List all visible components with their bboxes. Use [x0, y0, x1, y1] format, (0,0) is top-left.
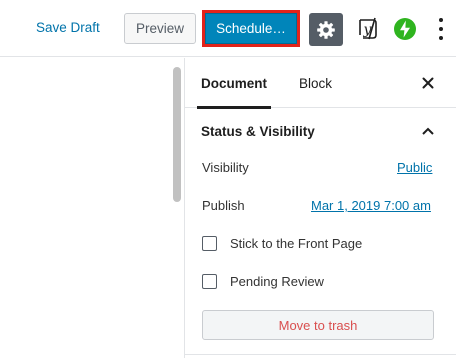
save-draft-button[interactable]: Save Draft: [36, 20, 100, 35]
tab-block[interactable]: Block: [299, 58, 332, 108]
pending-review-checkbox[interactable]: [202, 274, 217, 289]
status-visibility-panel-toggle[interactable]: Status & Visibility: [185, 110, 456, 152]
publish-label: Publish: [202, 198, 245, 213]
settings-sidebar: Document Block Status & Visibility Visib…: [184, 58, 456, 358]
jetpack-button[interactable]: [393, 17, 417, 41]
publish-date-link[interactable]: Mar 1, 2019 7:00 am: [311, 198, 431, 213]
tab-document[interactable]: Document: [185, 58, 283, 109]
scrollbar-thumb[interactable]: [173, 67, 181, 202]
settings-button[interactable]: [309, 13, 343, 46]
more-vertical-icon: [439, 18, 443, 22]
visibility-toggle-link[interactable]: Public: [397, 160, 432, 175]
pending-review-option[interactable]: Pending Review: [202, 274, 324, 289]
stick-to-front-page-option[interactable]: Stick to the Front Page: [202, 236, 362, 251]
editor-canvas[interactable]: [0, 58, 170, 358]
pending-review-label: Pending Review: [230, 274, 324, 289]
yoast-icon: y: [359, 17, 377, 40]
stick-to-front-page-label: Stick to the Front Page: [230, 236, 363, 251]
stick-to-front-page-checkbox[interactable]: [202, 236, 217, 251]
move-to-trash-button[interactable]: Move to trash: [202, 310, 434, 340]
gear-icon: [317, 20, 335, 39]
schedule-button[interactable]: Schedule…: [205, 13, 297, 44]
more-tools-button[interactable]: [434, 16, 448, 42]
chevron-up-icon: [422, 127, 434, 135]
schedule-button-highlight: Schedule…: [202, 10, 300, 47]
preview-button[interactable]: Preview: [124, 13, 196, 44]
jetpack-icon: [394, 18, 416, 40]
panel-divider: [185, 354, 456, 355]
sidebar-tabs: Document Block: [185, 58, 456, 109]
visibility-label: Visibility: [202, 160, 249, 175]
panel-title: Status & Visibility: [201, 124, 315, 139]
close-icon: [422, 77, 434, 89]
editor-header-toolbar: Save Draft Preview Schedule… y: [0, 0, 456, 57]
close-sidebar-button[interactable]: [418, 73, 438, 93]
yoast-seo-button[interactable]: y: [353, 14, 381, 44]
